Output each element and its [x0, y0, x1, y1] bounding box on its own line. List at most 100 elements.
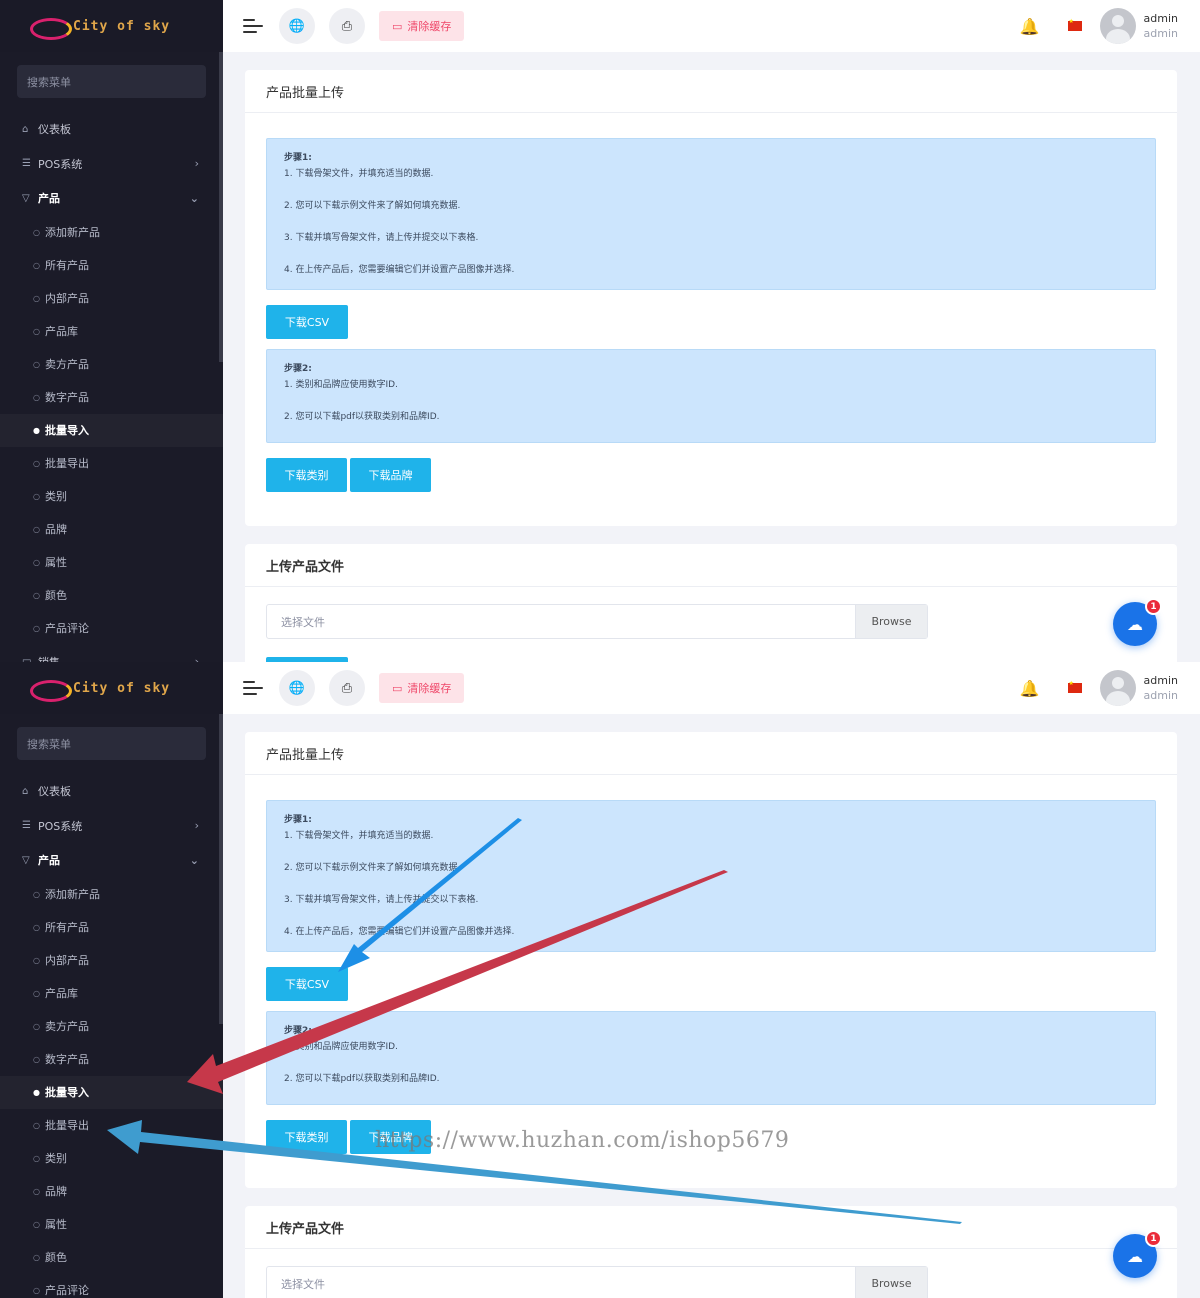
sidebar-sub-add-product[interactable]: ○ 添加新产品	[0, 878, 223, 911]
sidebar-sub-bulk-import[interactable]: ● 批量导入	[0, 1075, 223, 1109]
logo-swoosh-icon	[28, 15, 72, 40]
clear-cache-label: 清除缓存	[407, 20, 452, 33]
step1-title: 步骤1:	[284, 815, 312, 825]
sidebar-sub-bulk-import[interactable]: ● 批量导入	[0, 413, 223, 447]
menu-search-input[interactable]: 搜索菜单	[17, 727, 206, 760]
logo[interactable]: City of sky	[0, 0, 223, 52]
sidebar-sub-brand[interactable]: ○ 品牌	[0, 1175, 223, 1208]
clear-cache-button[interactable]: ▭ 清除缓存	[379, 11, 465, 41]
sub-label: 类别	[45, 1152, 67, 1165]
sidebar-sub-bulk-export[interactable]: ○ 批量导出	[0, 1109, 223, 1142]
topbar: 🌐 ⎙ ▭ 清除缓存 🔔 admin admin	[223, 662, 1200, 714]
sidebar-sub-seller-products[interactable]: ○ 卖方产品	[0, 348, 223, 381]
sidebar-sub-inhouse-products[interactable]: ○ 内部产品	[0, 282, 223, 315]
download-brand-button[interactable]: 下载品牌	[350, 458, 431, 492]
card-title: 上传产品文件	[245, 1206, 1177, 1249]
download-category-button[interactable]: 下载类别	[266, 458, 347, 492]
sidebar-item-dashboard[interactable]: ⌂ 仪表板	[0, 774, 223, 809]
printer-icon[interactable]: ⎙	[329, 8, 365, 44]
sub-label: 卖方产品	[45, 1020, 89, 1033]
user-info[interactable]: admin admin	[1144, 11, 1178, 41]
sidebar-sub-add-product[interactable]: ○ 添加新产品	[0, 216, 223, 249]
circle-icon: ○	[33, 1186, 40, 1196]
sidebar-sub-seller-products[interactable]: ○ 卖方产品	[0, 1010, 223, 1043]
logo[interactable]: City of sky	[0, 662, 223, 714]
sidebar-item-products[interactable]: ▽ 产品 ⌄	[0, 843, 223, 878]
sidebar-sub-reviews[interactable]: ○ 产品评论	[0, 1274, 223, 1298]
download-category-button[interactable]: 下载类别	[266, 1120, 347, 1154]
sidebar-item-dashboard[interactable]: ⌂ 仪表板	[0, 112, 223, 147]
flag-cn-icon[interactable]	[1067, 680, 1082, 693]
sidebar-sub-product-library[interactable]: ○ 产品库	[0, 977, 223, 1010]
upload-fab-button[interactable]: ☁ 1	[1113, 598, 1162, 646]
sidebar-item-sales[interactable]: ▭销售›	[0, 645, 223, 662]
bell-icon[interactable]: 🔔	[1020, 679, 1040, 698]
upload-file-card: 上传产品文件 选择文件 Browse	[245, 544, 1177, 662]
sidebar-sub-all-products[interactable]: ○ 所有产品	[0, 249, 223, 282]
step1-line: 1. 下载骨架文件，并填充适当的数据.	[284, 831, 434, 841]
sidebar-sub-digital-products[interactable]: ○ 数字产品	[0, 1043, 223, 1076]
chevron-down-icon: ⌄	[189, 853, 199, 867]
browse-button[interactable]: Browse	[855, 605, 927, 638]
sidebar-sub-attribute[interactable]: ○ 属性	[0, 1208, 223, 1241]
download-csv-button[interactable]: 下载CSV	[266, 305, 348, 339]
circle-icon: ○	[33, 889, 40, 899]
circle-icon: ○	[33, 1120, 40, 1130]
file-input[interactable]: 选择文件 Browse	[266, 1266, 928, 1298]
file-input[interactable]: 选择文件 Browse	[266, 604, 928, 639]
logo-text: City of sky	[73, 18, 171, 34]
cloud-upload-icon: ☁	[1127, 1246, 1143, 1266]
circle-icon: ○	[33, 1021, 40, 1031]
sidebar-sub-product-library[interactable]: ○ 产品库	[0, 315, 223, 348]
sidebar-sub-brand[interactable]: ○ 品牌	[0, 513, 223, 546]
download-csv-button[interactable]: 下载CSV	[266, 967, 348, 1001]
clear-cache-button[interactable]: ▭ 清除缓存	[379, 673, 465, 703]
sub-label: 数字产品	[45, 1053, 89, 1066]
sidebar-item-pos[interactable]: ☰ POS系统 ›	[0, 809, 223, 844]
globe-icon[interactable]: 🌐	[279, 670, 315, 706]
bell-icon[interactable]: 🔔	[1020, 17, 1040, 36]
sidebar-sub-color[interactable]: ○ 颜色	[0, 1241, 223, 1274]
sidebar-sub-bulk-export[interactable]: ○ 批量导出	[0, 447, 223, 480]
sidebar-sub-reviews[interactable]: ○ 产品评论	[0, 612, 223, 645]
chevron-right-icon: ›	[194, 157, 199, 171]
sidebar-item-pos[interactable]: ☰ POS系统 ›	[0, 147, 223, 182]
globe-icon[interactable]: 🌐	[279, 8, 315, 44]
avatar[interactable]	[1099, 670, 1136, 706]
home-icon: ⌂	[22, 123, 29, 135]
sidebar-sub-category[interactable]: ○ 类别	[0, 480, 223, 513]
printer-icon[interactable]: ⎙	[329, 670, 365, 706]
user-info[interactable]: admin admin	[1144, 673, 1178, 703]
bulk-upload-card: 产品批量上传 步骤1: 1. 下载骨架文件，并填充适当的数据. 2. 您可以下载…	[245, 732, 1177, 1188]
sub-label: 品牌	[45, 1185, 67, 1198]
logo-text: City of sky	[73, 680, 171, 696]
sidebar-item-products[interactable]: ▽ 产品 ⌄	[0, 181, 223, 216]
card-title: 产品批量上传	[245, 70, 1177, 113]
avatar[interactable]	[1099, 8, 1136, 44]
sub-label: 所有产品	[45, 921, 89, 934]
sidebar-item-label: 仪表板	[38, 123, 71, 137]
menu-icon[interactable]	[243, 677, 265, 699]
sidebar-sub-attribute[interactable]: ○ 属性	[0, 546, 223, 579]
sidebar-item-label: 仪表板	[38, 785, 71, 799]
upload-fab-button[interactable]: ☁ 1	[1113, 1230, 1162, 1278]
sidebar-scrollbar[interactable]	[219, 714, 223, 1024]
circle-icon: ○	[33, 524, 40, 534]
sidebar-scrollbar[interactable]	[219, 52, 223, 362]
flag-cn-icon[interactable]	[1067, 18, 1082, 31]
sidebar-sub-inhouse-products[interactable]: ○ 内部产品	[0, 944, 223, 977]
sub-label: 所有产品	[45, 259, 89, 272]
sidebar-sub-all-products[interactable]: ○ 所有产品	[0, 911, 223, 944]
sidebar-sub-digital-products[interactable]: ○ 数字产品	[0, 381, 223, 414]
menu-search-input[interactable]: 搜索菜单	[17, 65, 206, 98]
sub-label: 颜色	[45, 589, 67, 602]
step2-line: 1. 类别和品牌应使用数字ID.	[284, 1042, 398, 1052]
sidebar-sub-color[interactable]: ○ 颜色	[0, 579, 223, 612]
circle-icon: ○	[33, 1252, 40, 1262]
menu-icon[interactable]	[243, 15, 265, 37]
browse-button[interactable]: Browse	[855, 1267, 927, 1298]
top-right: 🔔 admin admin	[1020, 662, 1178, 714]
step2-title: 步骤2:	[284, 1026, 312, 1036]
step1-line: 3. 下载并填写骨架文件，请上传并提交以下表格.	[284, 895, 479, 905]
sidebar-sub-category[interactable]: ○ 类别	[0, 1142, 223, 1175]
